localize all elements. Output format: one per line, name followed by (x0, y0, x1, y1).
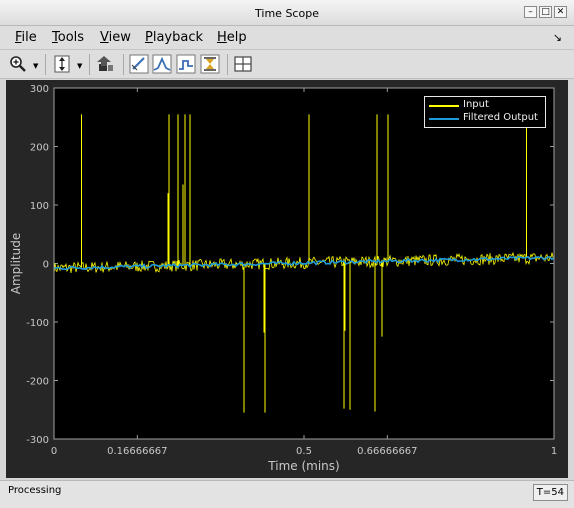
x-tick-label: 0.66666667 (357, 446, 417, 457)
y-tick-label: -300 (26, 435, 49, 446)
y-tick-label: -200 (26, 377, 49, 388)
status-text: Processing (8, 485, 62, 496)
legend-entry-input: Input (425, 99, 545, 112)
x-axis-label: Time (mins) (267, 459, 339, 473)
status-bar: Processing T=54 (0, 480, 574, 508)
legend-label-input: Input (463, 99, 489, 110)
time-scope-plot[interactable]: -300 -200 -100 0 100 200 300 0 0.16666667 0.5 0.66… (0, 0, 574, 480)
y-tick-label: 0 (43, 260, 49, 271)
y-tick-label: -100 (26, 318, 49, 329)
x-tick-label: 1 (551, 446, 557, 457)
legend-entry-filtered: Filtered Output (425, 112, 545, 125)
y-axis-label: Amplitude (9, 233, 23, 295)
x-tick-label: 0 (51, 446, 57, 457)
y-tick-label: 200 (30, 143, 49, 154)
y-tick-label: 300 (30, 84, 49, 95)
x-tick-label: 0.16666667 (107, 446, 167, 457)
legend-swatch-input (429, 105, 459, 107)
x-tick-label: 0.5 (296, 446, 312, 457)
plot-legend[interactable]: Input Filtered Output (424, 96, 546, 128)
legend-label-filtered: Filtered Output (463, 112, 538, 123)
simulation-time: T=54 (532, 484, 568, 501)
legend-swatch-filtered (429, 118, 459, 120)
y-tick-label: 100 (30, 201, 49, 212)
